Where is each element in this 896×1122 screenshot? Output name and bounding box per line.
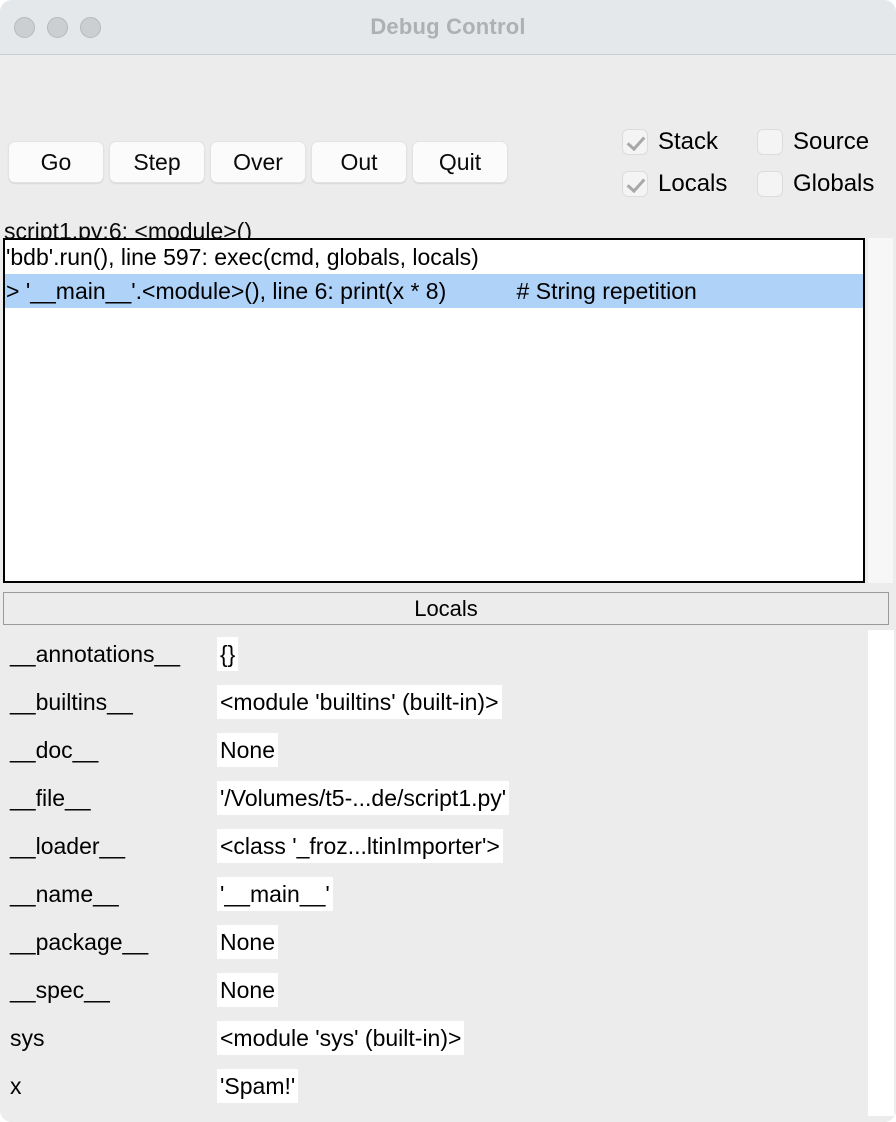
- local-variable-value: <module 'sys' (built-in)>: [217, 1021, 465, 1055]
- checkbox-locals-label: Locals: [658, 170, 728, 197]
- local-variable-name: x: [10, 1072, 22, 1099]
- window-title: Debug Control: [370, 14, 526, 39]
- go-button[interactable]: Go: [8, 141, 104, 183]
- quit-button[interactable]: Quit: [412, 141, 508, 183]
- local-variable-name: __doc__: [10, 736, 99, 763]
- checkbox-globals[interactable]: Globals: [757, 170, 874, 198]
- table-row: __file__ '/Volumes/t5-...de/script1.py': [0, 774, 896, 822]
- local-variable-value: None: [217, 733, 278, 767]
- debug-control-window: Debug Control Go Step Over Out Quit Stac…: [0, 0, 896, 1122]
- local-variable-value: {}: [217, 637, 239, 671]
- checkbox-locals[interactable]: Locals: [622, 170, 757, 198]
- table-row: __annotations__ {}: [0, 630, 896, 678]
- local-variable-value: None: [217, 925, 278, 959]
- table-row: __spec__ None: [0, 966, 896, 1014]
- local-variable-value: <module 'builtins' (built-in)>: [217, 685, 502, 719]
- table-row: __doc__ None: [0, 726, 896, 774]
- empty-checkbox-icon[interactable]: [757, 171, 783, 197]
- stack-panel: 'bdb'.run(), line 597: exec(cmd, globals…: [0, 228, 896, 586]
- local-variable-name: __name__: [10, 880, 119, 907]
- debug-button-row: Go Step Over Out Quit: [8, 141, 508, 183]
- locals-scrollbar[interactable]: [868, 630, 894, 1116]
- locals-header: Locals: [3, 592, 889, 625]
- local-variable-name: __package__: [10, 928, 149, 955]
- table-row: __loader__ <class '_froz...ltinImporter'…: [0, 822, 896, 870]
- checkbox-source[interactable]: Source: [757, 128, 874, 156]
- local-variable-value: None: [217, 973, 278, 1007]
- stack-list[interactable]: 'bdb'.run(), line 597: exec(cmd, globals…: [3, 238, 865, 583]
- local-variable-value: '/Volumes/t5-...de/script1.py': [217, 781, 510, 815]
- local-variable-name: __annotations__: [10, 640, 181, 667]
- checkmark-icon[interactable]: [622, 171, 648, 197]
- local-variable-name: __spec__: [10, 976, 110, 1003]
- checkmark-icon[interactable]: [622, 129, 648, 155]
- over-button[interactable]: Over: [210, 141, 306, 183]
- local-variable-value: '__main__': [217, 877, 333, 911]
- checkbox-source-label: Source: [793, 128, 870, 155]
- stack-list-item-selected[interactable]: > '__main__'.<module>(), line 6: print(x…: [5, 274, 863, 308]
- local-variable-value: <class '_froz...ltinImporter'>: [217, 829, 503, 863]
- local-variable-name: __builtins__: [10, 688, 133, 715]
- local-variable-value: 'Spam!': [217, 1069, 299, 1103]
- stack-list-item[interactable]: 'bdb'.run(), line 597: exec(cmd, globals…: [5, 240, 863, 274]
- table-row: __builtins__ <module 'builtins' (built-i…: [0, 678, 896, 726]
- local-variable-name: __file__: [10, 784, 91, 811]
- locals-table: __annotations__ {} __builtins__ <module …: [0, 630, 896, 1122]
- title-bar: Debug Control: [0, 0, 896, 55]
- stack-scrollbar[interactable]: [867, 238, 893, 583]
- empty-checkbox-icon[interactable]: [757, 129, 783, 155]
- local-variable-name: __loader__: [10, 832, 126, 859]
- local-variable-name: sys: [10, 1024, 45, 1051]
- checkbox-stack-label: Stack: [658, 128, 719, 155]
- table-row: sys <module 'sys' (built-in)>: [0, 1014, 896, 1062]
- toolbar: Go Step Over Out Quit Stack Source Local…: [0, 55, 896, 244]
- table-row: __package__ None: [0, 918, 896, 966]
- checkbox-globals-label: Globals: [793, 170, 875, 197]
- checkbox-stack[interactable]: Stack: [622, 128, 757, 156]
- out-button[interactable]: Out: [311, 141, 407, 183]
- view-options-group: Stack Source Locals Globals: [622, 121, 874, 205]
- step-button[interactable]: Step: [109, 141, 205, 183]
- table-row: x 'Spam!': [0, 1062, 896, 1110]
- table-row: __name__ '__main__': [0, 870, 896, 918]
